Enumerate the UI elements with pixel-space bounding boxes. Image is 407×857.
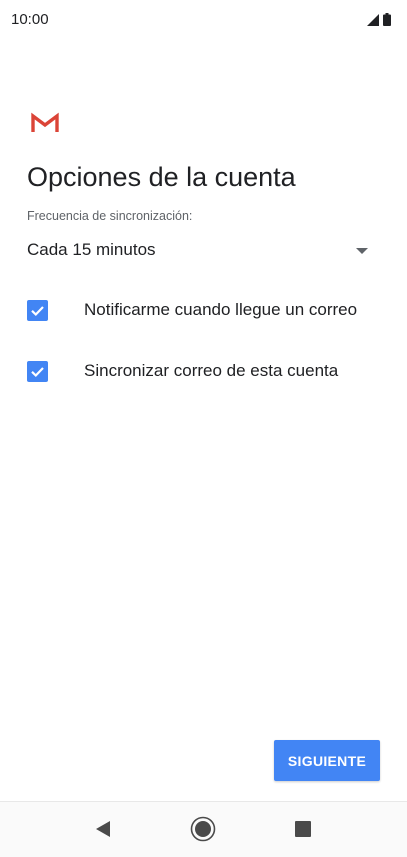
check-icon [31, 367, 44, 378]
battery-icon [383, 13, 391, 31]
notify-option-label: Notificarme cuando llegue un correo [84, 300, 358, 319]
recents-icon[interactable] [288, 814, 318, 844]
sync-frequency-dropdown[interactable]: Cada 15 minutos [27, 236, 372, 268]
back-icon[interactable] [88, 814, 118, 844]
sync-mail-option-row[interactable]: Sincronizar correo de esta cuenta [27, 353, 387, 389]
notify-checkbox[interactable] [27, 300, 48, 321]
dropdown-arrow-icon [356, 248, 368, 254]
gmail-logo-icon [31, 112, 59, 134]
sync-mail-option-label: Sincronizar correo de esta cuenta [84, 361, 339, 380]
sync-frequency-value: Cada 15 minutos [27, 240, 156, 259]
notify-option-row[interactable]: Notificarme cuando llegue un correo [27, 292, 387, 328]
status-time: 10:00 [11, 11, 49, 28]
page-title: Opciones de la cuenta [27, 162, 296, 192]
sync-frequency-label: Frecuencia de sincronización: [27, 209, 193, 223]
status-icons [367, 13, 391, 31]
next-button[interactable]: SIGUIENTE [274, 740, 380, 781]
sync-mail-checkbox[interactable] [27, 361, 48, 382]
status-bar: 10:00 [0, 0, 407, 40]
signal-icon [367, 13, 379, 31]
navigation-bar [0, 801, 407, 857]
home-icon[interactable] [188, 814, 218, 844]
check-icon [31, 306, 44, 317]
